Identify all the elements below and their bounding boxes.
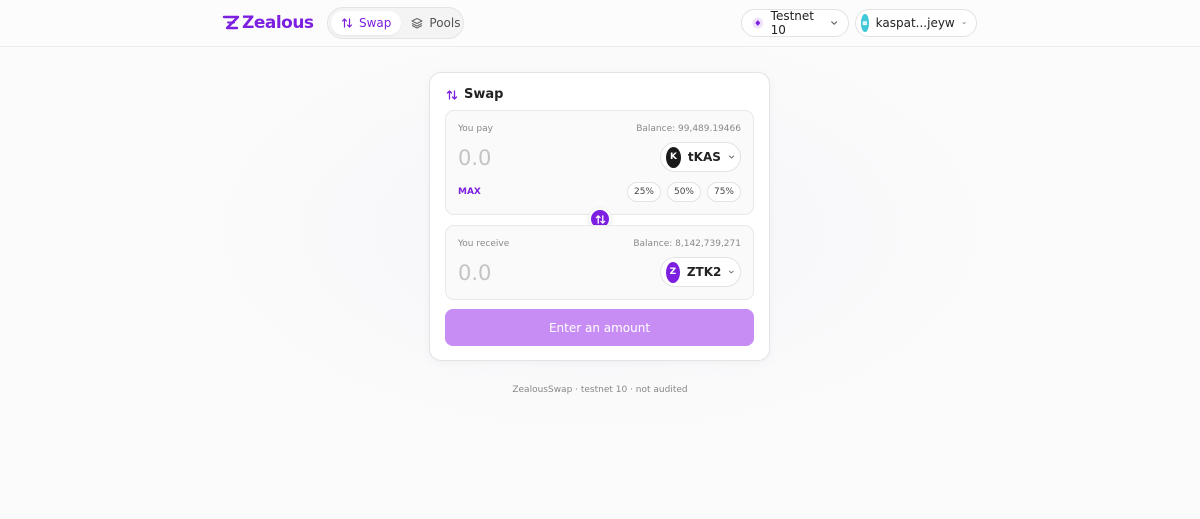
top-bar: Zealous Swap Pools Testnet 10 kaspat...j… xyxy=(0,0,1200,47)
pay-panel: You pay Balance: 99,489.19466 K tKAS MAX… xyxy=(445,110,754,215)
chevron-down-icon xyxy=(729,270,735,274)
brand-logo[interactable]: Zealous xyxy=(222,11,314,35)
avatar xyxy=(861,14,869,32)
pay-amount-input[interactable] xyxy=(458,144,608,172)
swap-title-text: Swap xyxy=(464,87,504,102)
enter-amount-button[interactable]: Enter an amount xyxy=(445,309,754,346)
pay-token-selector[interactable]: K tKAS xyxy=(660,142,741,172)
chevron-down-icon xyxy=(728,155,735,159)
tkas-token-icon: K xyxy=(666,146,681,168)
layers-icon xyxy=(411,18,423,29)
brand-name: Zealous xyxy=(242,13,314,33)
receive-amount-input[interactable] xyxy=(458,259,608,287)
receive-panel: You receive Balance: 8,142,739,271 Z ZTK… xyxy=(445,225,754,300)
max-button[interactable]: MAX xyxy=(458,187,481,197)
diamond-icon xyxy=(752,17,764,29)
swap-card: Swap You pay Balance: 99,489.19466 K tKA… xyxy=(429,72,770,361)
receive-token-symbol: ZTK2 xyxy=(686,265,722,279)
pct-50-button[interactable]: 50% xyxy=(667,182,701,202)
receive-token-selector[interactable]: Z ZTK2 xyxy=(660,257,741,287)
tab-swap[interactable]: Swap xyxy=(331,11,402,35)
pct-25-button[interactable]: 25% xyxy=(627,182,661,202)
percentage-buttons: 25% 50% 75% xyxy=(627,182,741,202)
swap-card-title: Swap xyxy=(446,87,503,102)
swap-vertical-icon xyxy=(341,18,353,28)
main-nav: Swap Pools xyxy=(327,7,464,39)
tab-swap-label: Swap xyxy=(359,16,392,30)
pay-token-symbol: tKAS xyxy=(687,150,721,164)
footer-text: ZealousSwap · testnet 10 · not audited xyxy=(512,385,688,395)
zealous-logo-icon xyxy=(222,15,240,30)
swap-vertical-icon xyxy=(446,89,458,100)
tab-pools[interactable]: Pools xyxy=(401,11,470,35)
receive-balance: Balance: 8,142,739,271 xyxy=(633,239,741,249)
pay-balance: Balance: 99,489.19466 xyxy=(636,124,741,134)
pct-75-button[interactable]: 75% xyxy=(707,182,741,202)
chevron-down-icon xyxy=(830,21,837,25)
pay-label: You pay xyxy=(458,124,493,134)
avatar-icon xyxy=(861,19,869,27)
wallet-address: kaspat...jeyw xyxy=(875,16,955,30)
wallet-button[interactable]: kaspat...jeyw xyxy=(855,9,977,37)
tab-pools-label: Pools xyxy=(429,16,461,30)
network-selector[interactable]: Testnet 10 xyxy=(741,9,849,37)
ztk2-token-icon: Z xyxy=(666,261,680,283)
receive-label: You receive xyxy=(458,239,510,249)
chevron-down-icon xyxy=(962,22,966,24)
network-label: Testnet 10 xyxy=(770,9,814,37)
swap-vertical-icon xyxy=(595,214,605,224)
